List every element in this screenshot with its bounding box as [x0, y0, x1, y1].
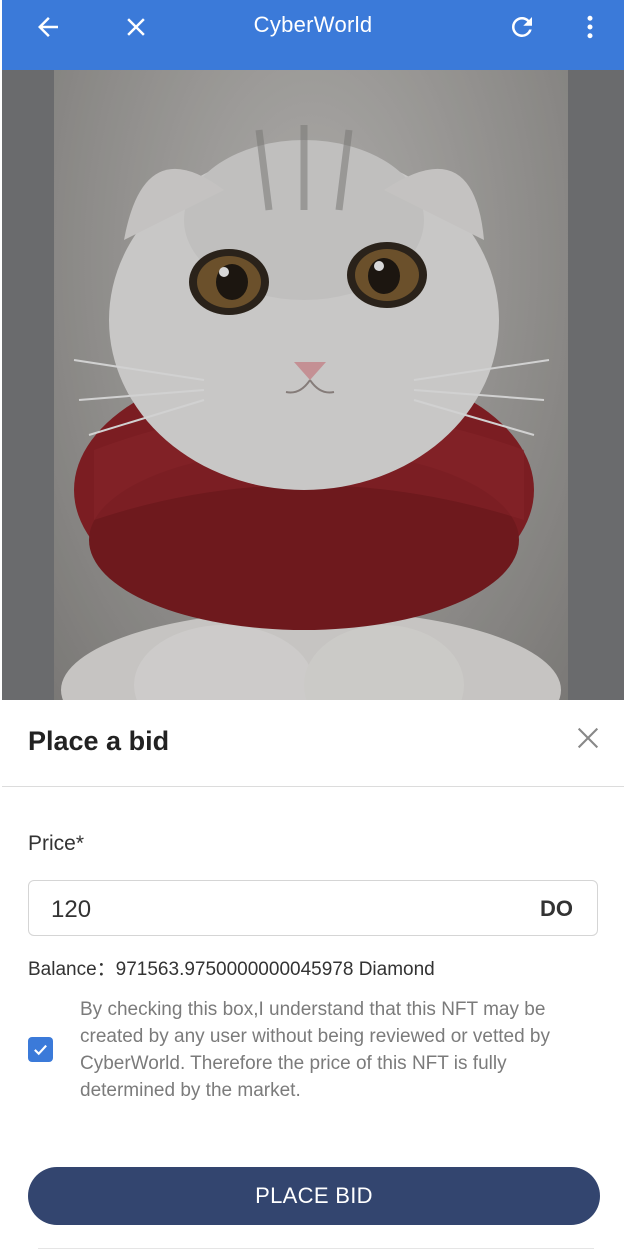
bid-sheet-title: Place a bid — [28, 726, 170, 756]
price-field: DO — [28, 880, 598, 936]
divider — [38, 1248, 594, 1249]
checkmark-icon — [34, 1044, 47, 1056]
more-menu-button[interactable] — [562, 0, 618, 54]
nft-image — [54, 70, 568, 700]
place-bid-button[interactable]: PLACE BID — [28, 1167, 600, 1225]
currency-label: DO — [540, 896, 573, 921]
app-bar: CyberWorld — [2, 0, 624, 70]
refresh-icon — [512, 17, 532, 37]
more-vert-icon — [587, 15, 593, 39]
sheet-close-button[interactable] — [574, 724, 602, 752]
price-input[interactable] — [49, 891, 493, 929]
bid-sheet: Place a bid Price* DO Balance：971563.975… — [2, 700, 624, 1250]
balance-text: Balance：971563.9750000000045978 Diamond — [28, 959, 435, 980]
agree-checkbox[interactable] — [28, 1037, 53, 1062]
nft-image-area — [2, 70, 624, 700]
reload-button[interactable] — [494, 0, 550, 54]
bid-sheet-header: Place a bid — [2, 700, 624, 787]
disclaimer-text: By checking this box,I understand that t… — [80, 999, 550, 1101]
price-label: Price* — [28, 832, 85, 855]
close-icon — [577, 727, 599, 749]
